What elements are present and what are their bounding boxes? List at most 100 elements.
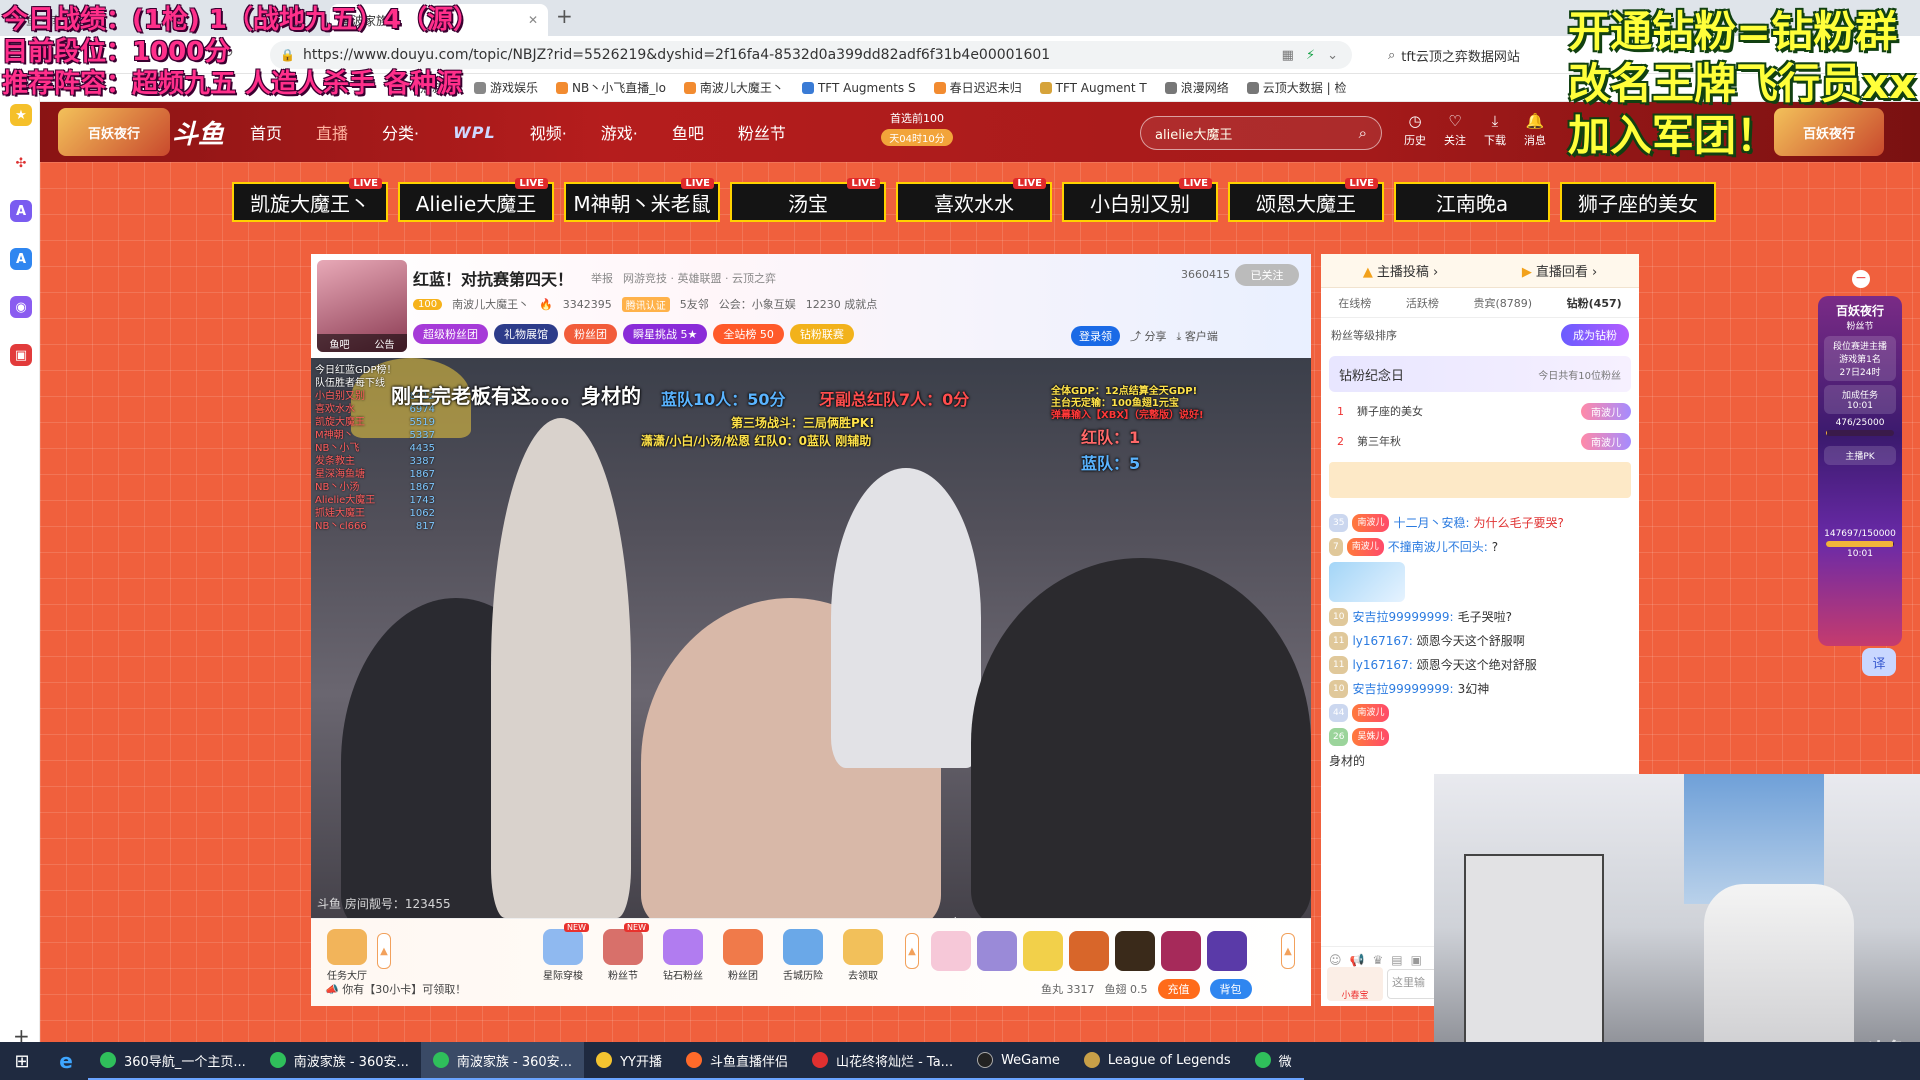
taskbar-item[interactable]: 南波家族 - 360安... — [257, 1042, 421, 1080]
notice-link[interactable]: 公告 — [375, 336, 395, 351]
chat-message[interactable]: 7 南波儿 不撞南波儿不回头:? — [1329, 538, 1631, 556]
download-button[interactable]: ⤓ 下载 — [1484, 112, 1506, 148]
chat-message[interactable]: 10 安吉拉99999999: 毛子哭啦? — [1329, 608, 1631, 626]
image-icon[interactable]: ▤ — [1391, 953, 1402, 967]
task-hall-button[interactable]: 任务大厅 — [321, 929, 373, 982]
horn-icon[interactable]: 📢 — [1350, 953, 1365, 967]
event-widget[interactable]: 百妖夜行 粉丝节 段位赛进主播 游戏第1名 27日24时 加成任务 10:01 476… — [1818, 296, 1902, 646]
taskbar-item[interactable]: YY开播 — [584, 1042, 674, 1080]
douyu-search-input[interactable]: alielie大魔王 ⌕ — [1140, 116, 1382, 150]
fan-banner[interactable] — [1329, 462, 1631, 498]
gift-icon[interactable] — [1023, 931, 1063, 971]
bookmark-1[interactable]: 游戏娱乐 — [474, 79, 538, 96]
nav-video[interactable]: 视频· — [530, 120, 567, 144]
owner-name[interactable]: 南波儿大魔王丶 — [452, 296, 529, 312]
gift-hall-badge[interactable]: 礼物展馆 — [494, 324, 558, 344]
chat-message[interactable]: 11 ly167167: 颂恩今天这个舒服啊 — [1329, 632, 1631, 650]
history-button[interactable]: ◷ 历史 — [1404, 112, 1426, 148]
tab-vip[interactable]: 贵宾(8789) — [1473, 295, 1532, 311]
gift-claim[interactable]: 去领取 — [837, 929, 889, 982]
gift-icon[interactable] — [1115, 931, 1155, 971]
gift-icon[interactable] — [1069, 931, 1109, 971]
network-icon[interactable]: ✣ — [10, 152, 32, 174]
taskbar-item[interactable]: 南波家族 - 360安... — [420, 1042, 585, 1080]
super-fan-badge[interactable]: 超级粉丝团 — [413, 324, 488, 344]
diamond-league-badge[interactable]: 钻粉联赛 — [789, 324, 854, 344]
expand-arrow[interactable]: ▲ — [377, 933, 391, 969]
gamepad-icon[interactable]: ▣ — [10, 344, 32, 366]
avatar[interactable]: 鱼吧 公告 — [317, 260, 407, 352]
treasure-box[interactable]: 小春宝 — [1327, 967, 1383, 1001]
client-button[interactable]: ⤓ 客户端 — [1177, 328, 1218, 344]
submit-video-link[interactable]: ▲ 主播投稿 › — [1363, 261, 1438, 280]
gift-icon[interactable] — [931, 931, 971, 971]
streamer-tab[interactable]: 小白别又别 LIVE — [1062, 178, 1218, 222]
gift-star-travel[interactable]: NEW 星际穿梭 — [537, 923, 589, 982]
gift-icon[interactable]: ▣ — [1411, 953, 1422, 967]
site-rank-badge[interactable]: 全站榜 50 — [713, 324, 784, 344]
douyu-logo[interactable]: 斗鱼 — [172, 114, 224, 151]
taskbar-item[interactable]: League of Legends — [1071, 1042, 1243, 1080]
bookmark-3[interactable]: 南波儿大魔王丶 — [683, 79, 784, 96]
new-tab-button[interactable]: + — [556, 4, 573, 28]
become-diamond-button[interactable]: 成为钻粉 — [1561, 324, 1629, 346]
follow-button[interactable]: 已关注 — [1235, 264, 1299, 286]
bookmark-6[interactable]: TFT Augment T — [1039, 81, 1147, 95]
ai-assistant-icon[interactable]: A — [10, 248, 32, 270]
chat-message[interactable]: 10 安吉拉99999999: 3幻神 — [1329, 680, 1631, 698]
streamer-tab[interactable]: 喜欢水水 LIVE — [896, 178, 1052, 222]
nav-home[interactable]: 首页 — [250, 120, 282, 144]
members[interactable]: 5友邻 — [680, 296, 709, 312]
taskbar-item[interactable]: 山花终将灿烂 - Ta... — [799, 1042, 966, 1080]
tab-active[interactable]: 活跃榜 — [1406, 295, 1439, 311]
bookmark-4[interactable]: TFT Augments S — [801, 81, 916, 95]
nav-wpl[interactable]: WPL — [453, 123, 496, 142]
star-icon[interactable]: ★ — [10, 104, 32, 126]
nav-category[interactable]: 分类· — [382, 120, 419, 144]
chevron-down-icon[interactable]: ⌄ — [1327, 48, 1338, 63]
streamer-tab[interactable]: 凯旋大魔王丶 LIVE — [232, 178, 388, 222]
crown-icon[interactable]: ♛ — [1372, 953, 1383, 967]
bot-icon[interactable]: ◉ — [10, 296, 32, 318]
event-badge-left[interactable]: 百妖夜行 — [58, 108, 170, 156]
windows-start-icon[interactable]: ⊞ — [0, 1051, 44, 1072]
fan-row[interactable]: 1 狮子座的美女 南波儿 — [1329, 396, 1631, 426]
promo-banner[interactable]: 首选前100 天04时10分 — [862, 110, 972, 152]
chat-message[interactable]: 11 ly167167: 颂恩今天这个绝对舒服 — [1329, 656, 1631, 674]
taskbar-item[interactable]: 微 — [1242, 1042, 1304, 1080]
ie-icon[interactable]: e — [44, 1049, 88, 1073]
taskbar-item[interactable]: WeGame — [965, 1042, 1072, 1080]
fishbar-link[interactable]: 鱼吧 — [330, 336, 350, 351]
nav-live[interactable]: 直播 — [316, 120, 348, 144]
gift-diamond-fan[interactable]: 钻石粉丝 — [657, 929, 709, 982]
emoji-icon[interactable]: ☺ — [1329, 953, 1342, 967]
tab-diamond[interactable]: 钻粉(457) — [1567, 295, 1622, 311]
streamer-tab[interactable]: 江南晚a — [1394, 182, 1550, 222]
chat-image[interactable] — [1329, 562, 1405, 602]
sort-label[interactable]: 粉丝等级排序 — [1331, 327, 1397, 343]
fan-club-badge[interactable]: 粉丝团 — [564, 324, 617, 344]
bolt-icon[interactable]: ⚡ — [1306, 48, 1315, 63]
taskbar-item[interactable]: 360导航_一个主页... — [88, 1042, 258, 1080]
messages-button[interactable]: 🔔 消息 — [1524, 112, 1546, 148]
room-categories[interactable]: 网游竞技 · 英雄联盟 · 云顶之弈 — [623, 270, 776, 286]
chat-message[interactable]: 35 南波儿 十二月丶安稳: 为什么毛子要哭? — [1329, 514, 1631, 532]
streamer-tab[interactable]: 狮子座的美女 — [1560, 182, 1716, 222]
close-icon[interactable]: ✕ — [528, 13, 538, 27]
side-search-input[interactable]: ⌕ tft云顶之弈数据网站 — [1388, 41, 1588, 69]
nav-fanfest[interactable]: 粉丝节 — [738, 120, 786, 144]
gift-fan-fest[interactable]: NEW 粉丝节 — [597, 923, 649, 982]
chat-message[interactable]: 44 南波儿 — [1329, 704, 1631, 722]
gift-scroll-left[interactable]: ▲ — [905, 933, 919, 969]
streamer-tab[interactable]: 颂恩大魔王 LIVE — [1228, 178, 1384, 222]
star-challenge-badge[interactable]: 瞬星挑战 5★ — [623, 324, 708, 344]
nav-game[interactable]: 游戏· — [601, 120, 638, 144]
bookmark-5[interactable]: 春日迟迟未归 — [933, 79, 1022, 96]
streamer-tab[interactable]: 汤宝 LIVE — [730, 178, 886, 222]
gift-icon[interactable] — [1207, 931, 1247, 971]
chat-message[interactable]: 身材的 — [1329, 752, 1631, 770]
bag-button[interactable]: 背包 — [1209, 979, 1252, 999]
tab-online[interactable]: 在线榜 — [1338, 295, 1371, 311]
diamond-memorial[interactable]: 钻粉纪念日 今日共有10位粉丝 — [1329, 356, 1631, 392]
taskbar-item[interactable]: 斗鱼直播伴侣 — [673, 1042, 800, 1080]
